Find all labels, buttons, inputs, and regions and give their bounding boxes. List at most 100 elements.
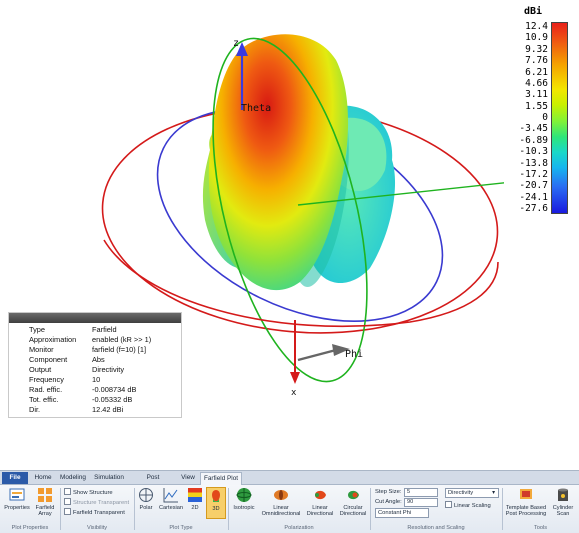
colorbar-tick-label: -24.1: [519, 191, 548, 203]
step-size-input[interactable]: 5: [404, 488, 438, 497]
colorbar-gradient: [551, 22, 568, 214]
linear-directional-icon: [315, 490, 326, 500]
ribbon: File Home Modeling Simulation Post Proce…: [0, 470, 579, 533]
plot-3d-button[interactable]: 3D: [206, 487, 226, 519]
cut-mode-value: Constant Phi: [378, 510, 412, 516]
info-value: -0.008734 dB: [92, 385, 137, 394]
ribbon-panel: Properties Farfield Array Plot Propertie…: [0, 485, 579, 533]
theta-label: Theta: [241, 103, 271, 114]
group-tools: Tools: [533, 525, 548, 531]
tab-post-processing[interactable]: Post Processing: [130, 472, 176, 493]
linear-directional-label: Linear Directional: [306, 505, 334, 517]
circular-directional-icon: [348, 490, 359, 500]
colorbar-tick-label: 10.9: [525, 32, 548, 44]
step-size-label: Step Size:: [375, 489, 402, 495]
colorbar-legend: dBi 12.4 10.9 9.32 7.76 6.21 4.66 3.11 1.55 0 -3.…: [504, 4, 576, 216]
properties-button[interactable]: Properties: [4, 487, 30, 511]
z-axis-label: z: [233, 38, 239, 49]
info-value: farfield (f=10) [1]: [92, 345, 147, 354]
quantity-value: Directivity: [448, 490, 474, 496]
linear-omnidirectional-button[interactable]: Linear Omnidirectional: [260, 487, 302, 517]
info-key: Tot. effic.: [29, 395, 59, 404]
colorbar-tick-label: -6.89: [519, 134, 548, 146]
info-value: Abs: [92, 355, 105, 364]
farfield-transparent-checkbox[interactable]: Farfield Transparent: [64, 508, 125, 516]
template-post-processing-button[interactable]: Template Based Post Processing: [505, 487, 547, 517]
group-plot-type: Plot Type: [169, 525, 193, 531]
plot-2d-button[interactable]: 2D: [186, 487, 204, 511]
colorbar-tick-label: 6.21: [525, 66, 548, 78]
properties-icon: [9, 488, 25, 501]
checkbox-box: [445, 501, 452, 508]
cylinder-scan-icon: [558, 488, 568, 501]
group-resolution-scaling: Resolution and Scaling: [407, 525, 465, 531]
linear-directional-button[interactable]: Linear Directional: [304, 487, 336, 517]
cartesian-button[interactable]: Cartesian: [158, 487, 184, 511]
info-value: Directivity: [92, 365, 125, 374]
cartesian-label: Cartesian: [159, 505, 183, 511]
plot-3d-label: 3D: [212, 506, 220, 512]
tab-view[interactable]: View: [178, 472, 198, 484]
linear-scaling-checkbox[interactable]: Linear Scaling: [445, 501, 491, 509]
farfield-3d-viewport[interactable]: z Theta Phi x dBi 12.4 10.9 9.32 7.76 6.21 4.…: [0, 0, 579, 470]
cut-angle-input[interactable]: 90: [404, 498, 438, 507]
show-structure-checkbox[interactable]: Show Structure: [64, 488, 113, 496]
chevron-down-icon: ▾: [492, 490, 495, 496]
polar-label: Polar: [139, 505, 153, 511]
separator: [370, 488, 371, 530]
farfield-transparent-label: Farfield Transparent: [73, 510, 125, 516]
colorbar-tick-label: 12.4: [525, 21, 548, 32]
tab-simulation[interactable]: Simulation: [92, 472, 126, 484]
info-key: Frequency: [29, 375, 64, 384]
colorbar-tick-label: 4.66: [525, 77, 548, 89]
ribbon-tabbar: File Home Modeling Simulation Post Proce…: [0, 471, 579, 493]
circular-directional-label: Circular Directional: [339, 505, 367, 517]
info-key: Output: [29, 365, 52, 374]
colorbar-tick-label: 0: [542, 112, 548, 123]
farfield-array-icon: [38, 488, 52, 502]
isotropic-label: Isotropic: [233, 505, 255, 511]
cartesian-plot-icon: [163, 488, 178, 503]
colorbar-tick-label: -27.6: [519, 203, 548, 214]
info-key: Dir.: [29, 405, 41, 414]
polar-button[interactable]: Polar: [137, 487, 155, 511]
isotropic-icon: [236, 488, 252, 502]
colorbar-tick-label: -10.3: [519, 146, 548, 158]
template-icon: [520, 489, 532, 499]
cylinder-scan-button[interactable]: Cylinder Scan: [549, 487, 577, 517]
cylinder-scan-label: Cylinder Scan: [552, 505, 574, 517]
plot-2d-icon: [188, 488, 202, 502]
colorbar-tick-label: 1.55: [525, 100, 548, 112]
colorbar-tick-label: 9.32: [525, 43, 548, 55]
phi-label: Phi: [345, 349, 363, 360]
isotropic-button[interactable]: Isotropic: [231, 487, 257, 511]
separator: [502, 488, 503, 530]
farfield-array-button[interactable]: Farfield Array: [33, 487, 57, 517]
checkbox-box: [64, 508, 71, 515]
quantity-select[interactable]: Directivity ▾: [445, 488, 499, 498]
linear-scaling-label: Linear Scaling: [454, 503, 491, 509]
circular-directional-button[interactable]: Circular Directional: [338, 487, 368, 517]
info-key: Monitor: [29, 345, 54, 354]
info-panel-header: [9, 313, 181, 323]
colorbar-tick-label: -20.7: [519, 180, 548, 192]
polar-plot-icon: [139, 488, 153, 502]
checkbox-box: [64, 488, 71, 495]
tab-farfield-plot[interactable]: Farfield Plot: [200, 472, 242, 485]
tab-home[interactable]: Home: [30, 472, 56, 484]
structure-transparent-checkbox[interactable]: Structure Transparent: [64, 498, 129, 506]
colorbar-tick-label: -3.45: [519, 123, 548, 135]
tab-modeling[interactable]: Modeling: [58, 472, 88, 484]
colorbar-tick-label: 7.76: [525, 55, 548, 67]
farfield-info-panel: Type Farfield Approximation enabled (kR >> …: [8, 312, 182, 418]
separator: [134, 488, 135, 530]
show-structure-label: Show Structure: [73, 490, 113, 496]
info-key: Component: [29, 355, 68, 364]
cut-mode-select[interactable]: Constant Phi: [375, 508, 429, 518]
info-key: Approximation: [29, 335, 77, 344]
x-axis-label: x: [291, 388, 297, 398]
group-visibility: Visibility: [86, 525, 108, 531]
info-value: 12.42 dBi: [92, 405, 124, 414]
tab-file[interactable]: File: [2, 472, 28, 484]
plot-2d-label: 2D: [191, 505, 199, 511]
